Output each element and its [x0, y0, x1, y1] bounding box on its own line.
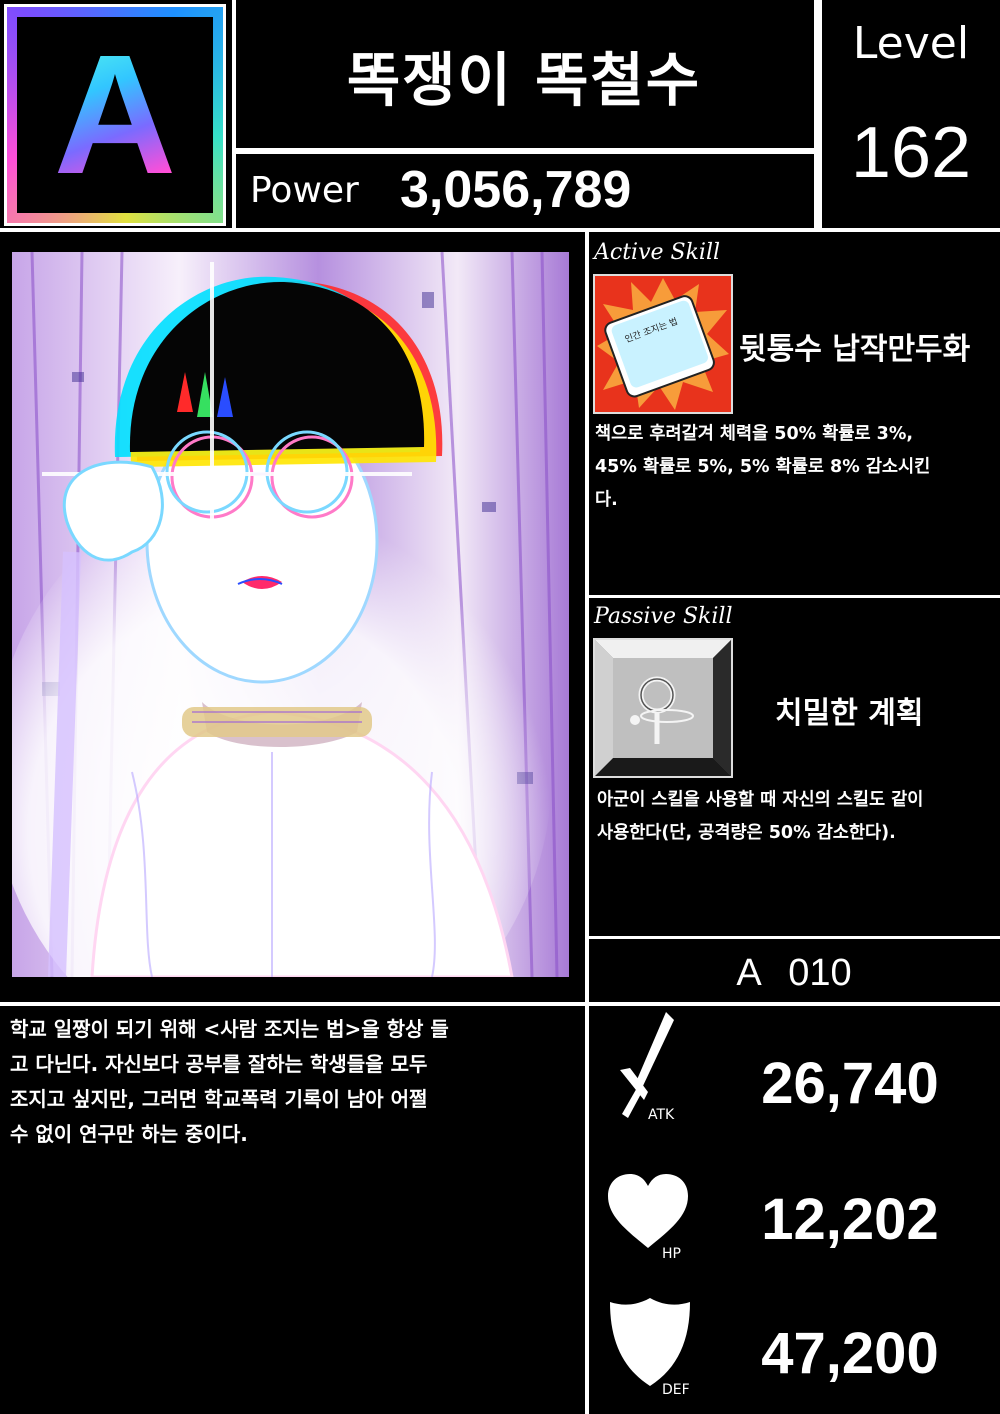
hp-value: 12,202: [761, 1187, 939, 1252]
atk-value: 26,740: [761, 1051, 939, 1116]
book-icon: 인간 조지는 법: [593, 274, 733, 414]
character-name: 똑쟁이 똑철수: [346, 46, 702, 114]
description-line: 다.: [595, 490, 618, 510]
frame-divider: [589, 936, 1000, 939]
passive-skill-name: 치밀한 계획: [775, 696, 924, 731]
rank-letter: A: [53, 20, 177, 210]
bio-line: 학교 일짱이 되기 위해 <사람 조지는 법>을 항상 들: [10, 1017, 449, 1041]
character-portrait: [12, 252, 569, 977]
card-number: A 010: [736, 951, 852, 994]
power-value: 3,056,789: [400, 161, 632, 219]
frame-divider: [589, 595, 1000, 598]
level-label: Level: [852, 18, 970, 69]
power-label: Power: [250, 170, 359, 211]
heart-icon: [606, 1172, 690, 1256]
def-label: DEF: [662, 1382, 690, 1398]
rank-badge: A: [4, 4, 226, 226]
passive-skill-description: 아군이 스킬을 사용할 때 자신의 스킬도 같이 사용한다(단, 공격량은 50…: [597, 784, 1000, 850]
character-bio: 학교 일짱이 되기 위해 <사람 조지는 법>을 항상 들 고 다닌다. 자신보…: [10, 1012, 575, 1152]
passive-skill-title: Passive Skill: [594, 604, 733, 629]
active-skill-name: 뒷통수 납작만두화: [739, 332, 971, 367]
shield-icon: [608, 1296, 692, 1392]
description-line: 아군이 스킬을 사용할 때 자신의 스킬도 같이: [597, 790, 924, 810]
frame-divider: [0, 228, 1000, 232]
bio-line: 수 없이 연구만 하는 중이다.: [10, 1122, 248, 1146]
def-value: 47,200: [761, 1321, 939, 1386]
frame-divider: [232, 152, 818, 154]
active-skill-title: Active Skill: [594, 240, 721, 265]
active-skill-description: 책으로 후려갈겨 체력을 50% 확률로 3%, 45% 확률로 5%, 5% …: [595, 418, 995, 517]
portrait-illustration: [12, 252, 569, 977]
magnifier-icon: [593, 638, 733, 778]
atk-label: ATK: [648, 1107, 675, 1123]
hp-label: HP: [662, 1246, 681, 1262]
bio-line: 조지고 싶지만, 그러면 학교폭력 기록이 남아 어쩔: [10, 1087, 428, 1111]
frame-divider: [585, 232, 589, 1414]
bio-line: 고 다닌다. 자신보다 공부를 잘하는 학생들을 모두: [10, 1052, 428, 1076]
description-line: 45% 확률로 5%, 5% 확률로 8% 감소시킨: [595, 457, 931, 477]
level-value: 162: [850, 113, 972, 193]
description-line: 책으로 후려갈겨 체력을 50% 확률로 3%,: [595, 424, 914, 444]
description-line: 사용한다(단, 공격량은 50% 감소한다).: [597, 823, 896, 843]
